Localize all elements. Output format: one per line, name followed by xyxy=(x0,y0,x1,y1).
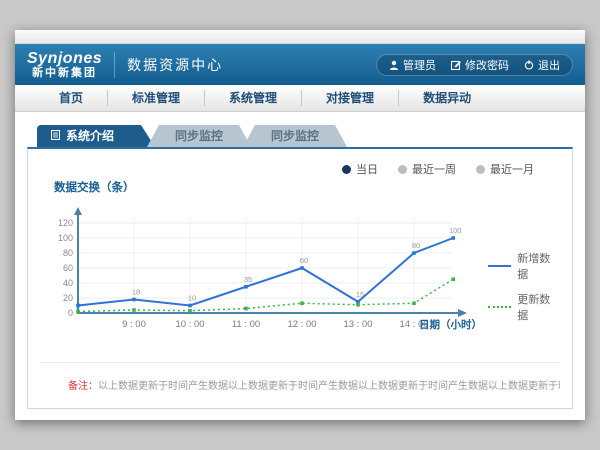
power-icon xyxy=(524,60,534,70)
nav-item-interface-mgmt[interactable]: 对接管理 xyxy=(302,90,399,106)
svg-text:80: 80 xyxy=(412,241,420,250)
tab-sync-monitor-2[interactable]: 同步监控 xyxy=(243,125,347,147)
tab-bar: 系统介绍 同步监控 同步监控 xyxy=(37,125,573,147)
radio-dot[interactable] xyxy=(476,165,485,174)
svg-text:40: 40 xyxy=(63,278,73,288)
header-divider xyxy=(114,52,115,78)
document-icon xyxy=(51,125,60,147)
svg-text:80: 80 xyxy=(63,248,73,258)
radio-last-week[interactable]: 最近一周 xyxy=(398,161,456,177)
chart-panel: 当日 最近一周 最近一月 数据交换（条） 0 20 40 60 80 100 120 9 : … xyxy=(27,147,573,409)
chart-legend: 新增数据 更新数据 xyxy=(488,179,560,352)
logo-name: Synjones xyxy=(27,50,102,68)
svg-text:100: 100 xyxy=(449,226,462,235)
svg-text:20: 20 xyxy=(63,293,73,303)
tab-system-intro[interactable]: 系统介绍 xyxy=(37,125,155,147)
app-window: Synjones 新中新集团 数据资源中心 管理员 修改密码 xyxy=(15,30,585,420)
logout-label: 退出 xyxy=(538,57,560,73)
legend-line-dotted-green xyxy=(488,306,511,308)
footnote-label: 备注： xyxy=(68,381,98,392)
svg-text:9 : 00: 9 : 00 xyxy=(122,319,146,330)
tab-sync-monitor-1[interactable]: 同步监控 xyxy=(147,125,251,147)
radio-last-week-label: 最近一周 xyxy=(412,161,456,177)
legend-line-solid-blue xyxy=(488,265,511,267)
window-top-strip xyxy=(15,30,585,44)
tab-label: 系统介绍 xyxy=(66,125,114,147)
svg-text:13 : 00: 13 : 00 xyxy=(343,319,372,330)
main-navbar: 首页 标准管理 系统管理 对接管理 数据异动 xyxy=(15,85,585,112)
legend-item-new-data: 新增数据 xyxy=(488,250,560,282)
legend-label: 更新数据 xyxy=(517,291,560,323)
svg-text:11 : 00: 11 : 00 xyxy=(232,319,260,330)
svg-text:0: 0 xyxy=(68,308,73,318)
radio-last-month[interactable]: 最近一月 xyxy=(476,161,534,177)
nav-item-home[interactable]: 首页 xyxy=(35,90,108,106)
svg-text:10 : 00: 10 : 00 xyxy=(175,319,204,330)
radio-today[interactable]: 当日 xyxy=(342,161,378,177)
chart-area: 数据交换（条） 0 20 40 60 80 100 120 9 : 00 10 : 00 11 :… xyxy=(40,179,560,352)
svg-text:60: 60 xyxy=(300,256,308,265)
logout-button[interactable]: 退出 xyxy=(524,57,560,73)
y-axis-title: 数据交换（条） xyxy=(54,179,488,195)
change-password-button[interactable]: 修改密码 xyxy=(451,57,509,73)
time-range-filter: 当日 最近一周 最近一月 xyxy=(40,157,560,177)
change-password-label: 修改密码 xyxy=(465,57,509,73)
radio-today-label: 当日 xyxy=(356,161,378,177)
content-area: 系统介绍 同步监控 同步监控 当日 最近一周 最近一月 xyxy=(15,112,585,409)
svg-text:35: 35 xyxy=(244,275,252,284)
radio-dot[interactable] xyxy=(398,165,407,174)
svg-text:100: 100 xyxy=(58,233,73,243)
legend-item-update-data: 更新数据 xyxy=(488,291,560,323)
app-title: 数据资源中心 xyxy=(127,55,223,75)
logo-subtitle: 新中新集团 xyxy=(27,67,102,79)
user-menu[interactable]: 管理员 xyxy=(389,57,436,73)
footnote: 备注：以上数据更新于时间产生数据以上数据更新于时间产生数据以上数据更新于时间产生… xyxy=(40,362,560,398)
svg-text:60: 60 xyxy=(63,263,73,273)
footnote-text: 以上数据更新于时间产生数据以上数据更新于时间产生数据以上数据更新于时间产生数据以… xyxy=(98,381,560,392)
svg-text:12 : 00: 12 : 00 xyxy=(287,319,316,330)
svg-text:18: 18 xyxy=(132,288,140,297)
legend-label: 新增数据 xyxy=(517,250,560,282)
company-logo[interactable]: Synjones 新中新集团 xyxy=(27,50,102,80)
svg-text:日期（小时）: 日期（小时） xyxy=(419,318,482,331)
nav-item-system-mgmt[interactable]: 系统管理 xyxy=(205,90,302,106)
line-chart: 0 20 40 60 80 100 120 9 : 00 10 : 00 11 : 00 12 : … xyxy=(40,195,484,347)
svg-text:120: 120 xyxy=(58,218,73,228)
user-label: 管理员 xyxy=(403,57,436,73)
radio-dot-selected[interactable] xyxy=(342,165,351,174)
edit-icon xyxy=(451,60,461,70)
app-header: Synjones 新中新集团 数据资源中心 管理员 修改密码 xyxy=(15,44,585,85)
user-icon xyxy=(389,60,399,70)
chart-main: 数据交换（条） 0 20 40 60 80 100 120 9 : 00 10 : 00 11 :… xyxy=(40,179,488,352)
nav-item-standard-mgmt[interactable]: 标准管理 xyxy=(108,90,205,106)
user-toolbar: 管理员 修改密码 退出 xyxy=(376,54,573,76)
svg-text:10: 10 xyxy=(188,294,196,303)
radio-last-month-label: 最近一月 xyxy=(490,161,534,177)
svg-text:15: 15 xyxy=(356,290,364,299)
nav-item-data-change[interactable]: 数据异动 xyxy=(399,90,495,106)
